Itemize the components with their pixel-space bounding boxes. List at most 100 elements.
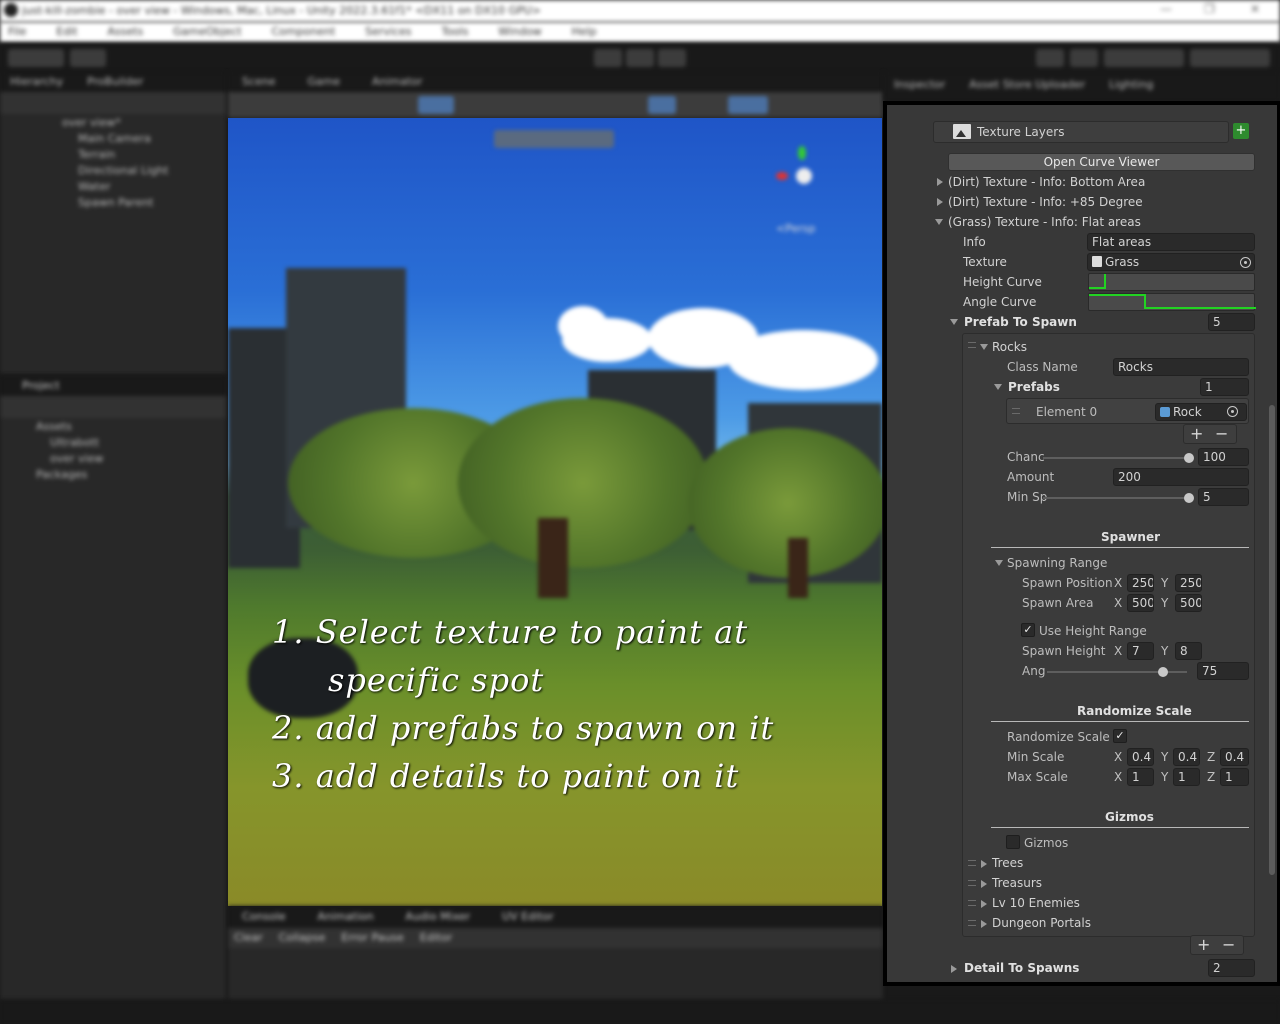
expand-arrow-icon[interactable] <box>937 198 943 206</box>
use-height-range-checkbox[interactable]: ✓ <box>1021 623 1035 637</box>
grid-button[interactable] <box>418 96 454 114</box>
lighting-button[interactable] <box>648 96 676 114</box>
class-item[interactable]: Lv 10 Enemies <box>992 896 1080 910</box>
chance-slider-knob[interactable] <box>1184 453 1194 463</box>
tab-uv-editor[interactable]: UV Editor <box>502 910 554 923</box>
console-clear-button[interactable]: Clear <box>234 931 263 944</box>
class-item[interactable]: Trees <box>992 856 1023 870</box>
cloud-button[interactable] <box>70 49 106 67</box>
tab-hierarchy[interactable]: Hierarchy <box>10 75 63 88</box>
hierarchy-root[interactable]: over view* <box>0 114 226 130</box>
remove-class-button[interactable]: − <box>1222 937 1235 953</box>
spawn-position-y[interactable]: 250 <box>1175 574 1202 592</box>
console-collapse-button[interactable]: Collapse <box>279 931 326 944</box>
pivot-dropdown[interactable] <box>246 96 318 114</box>
spawning-range-label[interactable]: Spawning Range <box>1007 556 1107 570</box>
tab-lighting[interactable]: Lighting <box>1109 78 1153 91</box>
drag-handle-icon[interactable] <box>1012 408 1020 414</box>
prefab-to-spawn-count[interactable]: 5 <box>1208 313 1255 331</box>
project-item[interactable]: over view <box>0 450 226 466</box>
spawn-area-y[interactable]: 500 <box>1175 594 1202 612</box>
collapse-arrow-icon[interactable] <box>935 219 943 225</box>
hierarchy-item[interactable]: Spawn Parent <box>0 194 226 210</box>
tab-animator[interactable]: Animator <box>372 75 423 88</box>
maximize-icon[interactable]: ❐ <box>1204 2 1215 16</box>
menu-edit[interactable]: Edit <box>56 25 77 38</box>
scrollbar-thumb[interactable] <box>1269 405 1275 875</box>
play-button[interactable] <box>594 49 622 67</box>
texture-entry[interactable]: (Grass) Texture - Info: Flat areas <box>948 215 1141 229</box>
2d-button[interactable] <box>588 96 616 114</box>
search-button[interactable] <box>1070 49 1098 67</box>
texture-entry[interactable]: (Dirt) Texture - Info: +85 Degree <box>948 195 1143 209</box>
persp-label[interactable]: <Persp <box>776 222 815 235</box>
min-scale-x[interactable]: 0.4 <box>1127 748 1154 766</box>
tab-inspector[interactable]: Inspector <box>894 78 945 91</box>
tab-project[interactable]: Project <box>22 379 60 392</box>
min-sp-slider-track[interactable] <box>1043 497 1189 499</box>
add-class-button[interactable]: + <box>1197 937 1210 953</box>
chance-field[interactable]: 100 <box>1198 448 1249 466</box>
tab-asset-store-uploader[interactable]: Asset Store Uploader <box>969 78 1085 91</box>
tab-scene[interactable]: Scene <box>242 75 276 88</box>
collapse-arrow-icon[interactable] <box>995 560 1003 566</box>
class-item[interactable]: Treasurs <box>992 876 1042 890</box>
randomize-scale-checkbox[interactable]: ✓ <box>1113 729 1127 743</box>
tab-animation[interactable]: Animation <box>318 910 374 923</box>
scene-view[interactable]: <Persp 1. Select texture to paint at spe… <box>228 118 882 906</box>
spawn-height-x[interactable]: 7 <box>1127 642 1154 660</box>
hierarchy-item[interactable]: Terrain <box>0 146 226 162</box>
project-item[interactable]: Assets <box>0 418 226 434</box>
expand-arrow-icon[interactable] <box>981 900 987 908</box>
drag-handle-icon[interactable] <box>968 880 976 886</box>
menu-component[interactable]: Component <box>271 25 335 38</box>
amount-field[interactable]: 200 <box>1113 468 1249 486</box>
detail-to-spawns-count[interactable]: 2 <box>1208 959 1255 977</box>
layers-dropdown[interactable] <box>1104 49 1184 67</box>
spawn-position-x[interactable]: 250 <box>1127 574 1154 592</box>
expand-arrow-icon[interactable] <box>981 880 987 888</box>
prefab-to-spawn-label[interactable]: Prefab To Spawn <box>964 315 1077 329</box>
detail-to-spawns-label[interactable]: Detail To Spawns <box>964 961 1079 975</box>
pause-button[interactable] <box>626 49 654 67</box>
add-texture-layer-button[interactable]: + <box>1233 123 1249 139</box>
collapse-arrow-icon[interactable] <box>950 319 958 325</box>
gizmos-button[interactable] <box>818 96 858 114</box>
hierarchy-item[interactable]: Water <box>0 178 226 194</box>
rocks-title[interactable]: Rocks <box>992 340 1027 354</box>
project-search-bar[interactable] <box>0 396 226 418</box>
class-name-field[interactable]: Rocks <box>1113 358 1249 376</box>
object-picker-icon[interactable] <box>1240 257 1251 268</box>
texture-field[interactable]: Grass <box>1087 253 1255 271</box>
history-button[interactable] <box>1036 49 1064 67</box>
texture-entry[interactable]: (Dirt) Texture - Info: Bottom Area <box>948 175 1145 189</box>
menu-window[interactable]: Window <box>498 25 541 38</box>
layout-dropdown[interactable] <box>1190 49 1270 67</box>
prefabs-label[interactable]: Prefabs <box>1008 380 1060 394</box>
close-icon[interactable]: ✕ <box>1250 2 1260 16</box>
drag-handle-icon[interactable] <box>968 900 976 906</box>
local-dropdown[interactable] <box>324 96 394 114</box>
ang-field[interactable]: 75 <box>1197 662 1249 680</box>
min-sp-slider-knob[interactable] <box>1184 493 1194 503</box>
fx-button[interactable] <box>728 96 768 114</box>
console-editor-dropdown[interactable]: Editor <box>420 931 453 944</box>
tab-console[interactable]: Console <box>242 910 286 923</box>
hierarchy-item[interactable]: Main Camera <box>0 130 226 146</box>
collapse-arrow-icon[interactable] <box>994 384 1002 390</box>
project-item[interactable]: Ultrabott <box>0 434 226 450</box>
tab-probuilder[interactable]: ProBuilder <box>87 75 143 88</box>
expand-arrow-icon[interactable] <box>981 920 987 928</box>
drag-handle-icon[interactable] <box>968 860 976 866</box>
step-button[interactable] <box>658 49 686 67</box>
gizmo-y-axis-icon[interactable] <box>798 146 806 160</box>
menu-assets[interactable]: Assets <box>107 25 143 38</box>
drag-handle-icon[interactable] <box>968 342 976 348</box>
menu-tools[interactable]: Tools <box>441 25 468 38</box>
add-element-button[interactable]: + <box>1190 426 1203 442</box>
hierarchy-search-bar[interactable] <box>0 92 226 114</box>
object-picker-icon[interactable] <box>1227 406 1238 417</box>
menu-file[interactable]: File <box>8 25 26 38</box>
spawn-height-y[interactable]: 8 <box>1175 642 1202 660</box>
min-scale-y[interactable]: 0.4 <box>1173 748 1200 766</box>
